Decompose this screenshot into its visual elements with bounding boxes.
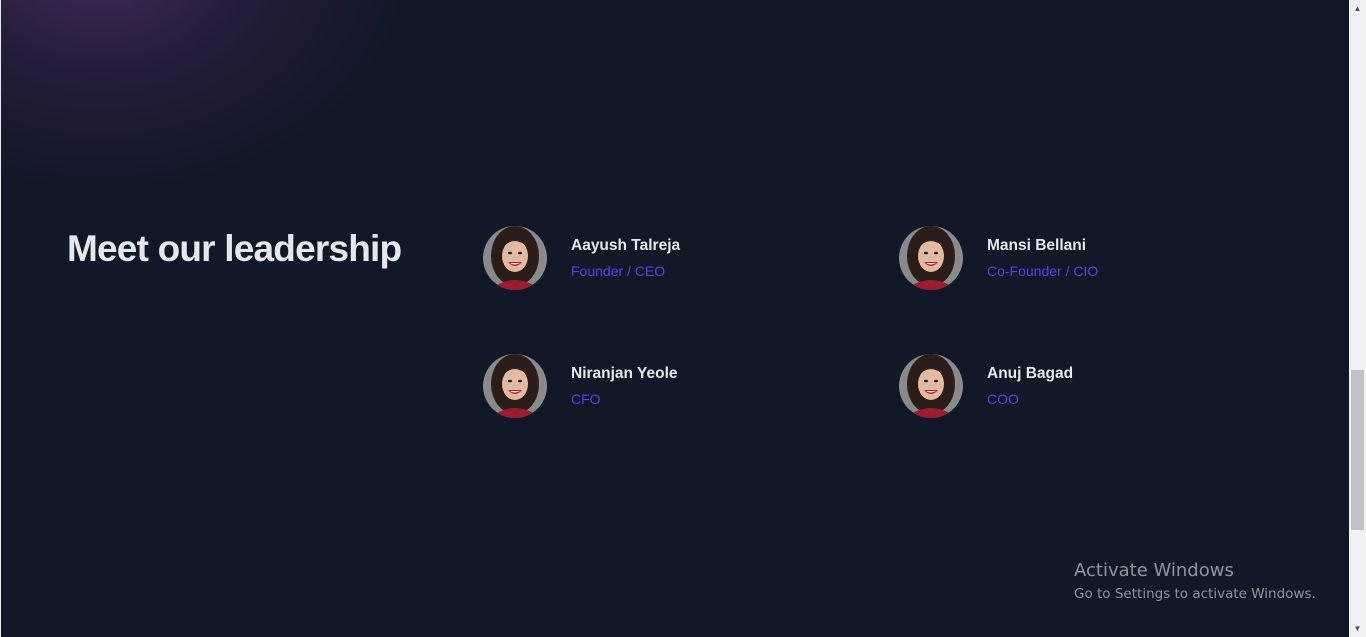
vertical-scrollbar[interactable]: ▲ ▼ xyxy=(1349,0,1366,637)
leader-name: Mansi Bellani xyxy=(987,237,1087,254)
watermark-subtitle: Go to Settings to activate Windows. xyxy=(1074,586,1316,602)
leader-role: Founder / CEO xyxy=(571,263,666,279)
avatar xyxy=(899,226,963,290)
leader-role: COO xyxy=(987,391,1019,407)
background-glow xyxy=(1,0,421,200)
leader-name: Aayush Talreja xyxy=(571,237,681,254)
avatar xyxy=(483,354,547,418)
scroll-up-arrow-icon[interactable]: ▲ xyxy=(1349,0,1366,17)
avatar-portrait-image xyxy=(899,226,963,290)
scrollbar-thumb[interactable] xyxy=(1351,370,1364,530)
scroll-down-arrow-icon[interactable]: ▼ xyxy=(1349,620,1366,637)
avatar xyxy=(483,226,547,290)
page: Meet our leadership Aayush Talreja Found… xyxy=(1,0,1349,637)
window-left-border xyxy=(0,0,1,637)
leader-card: Aayush Talreja Founder / CEO xyxy=(483,226,863,292)
leader-role: CFO xyxy=(571,391,601,407)
leader-name: Anuj Bagad xyxy=(987,365,1074,382)
leader-name: Niranjan Yeole xyxy=(571,365,678,382)
watermark-title: Activate Windows xyxy=(1074,560,1234,581)
leader-card: Niranjan Yeole CFO xyxy=(483,354,863,420)
leader-card: Anuj Bagad COO xyxy=(899,354,1279,420)
leader-card: Mansi Bellani Co-Founder / CIO xyxy=(899,226,1279,292)
avatar-portrait-image xyxy=(483,226,547,290)
avatar xyxy=(899,354,963,418)
section-heading: Meet our leadership xyxy=(67,228,402,269)
avatar-portrait-image xyxy=(483,354,547,418)
avatar-portrait-image xyxy=(899,354,963,418)
windows-activation-watermark: Activate Windows Go to Settings to activ… xyxy=(1074,560,1316,604)
leader-role: Co-Founder / CIO xyxy=(987,263,1099,279)
